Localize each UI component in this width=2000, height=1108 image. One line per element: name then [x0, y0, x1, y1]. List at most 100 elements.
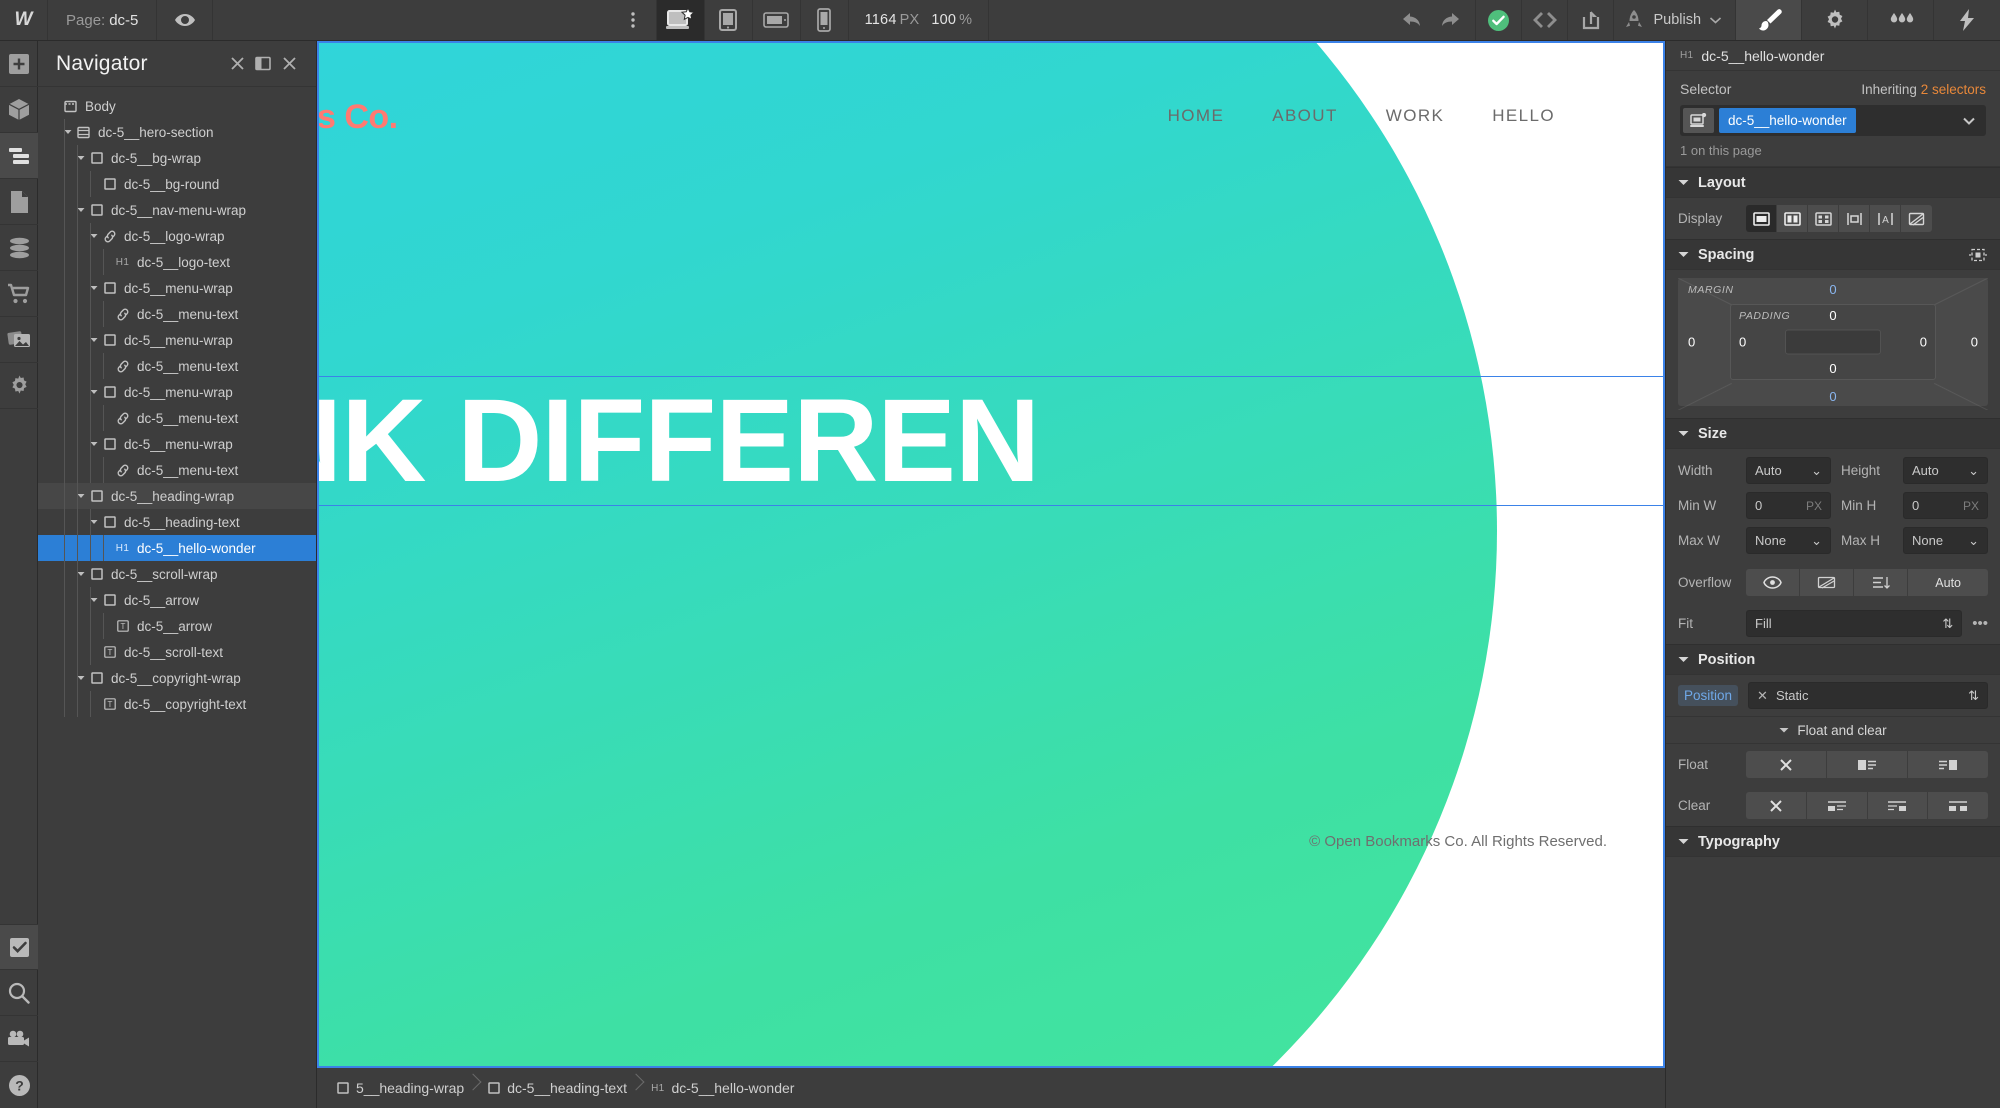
add-elements-button[interactable]	[0, 41, 38, 87]
navigator-item-dc-5--menu-text[interactable]: dc-5__menu-text	[38, 353, 316, 379]
spacing-section-header[interactable]: Spacing	[1666, 239, 2000, 270]
clear-left[interactable]	[1806, 792, 1868, 819]
navigator-item-dc-5--menu-text[interactable]: dc-5__menu-text	[38, 301, 316, 327]
cms-button[interactable]	[0, 225, 38, 271]
more-options-button[interactable]	[611, 0, 657, 40]
spacing-options-icon[interactable]	[1968, 248, 1988, 262]
overflow-hidden[interactable]	[1800, 569, 1855, 596]
display-flex[interactable]	[1777, 205, 1808, 232]
settings-panel-tab[interactable]	[1802, 0, 1869, 40]
navigator-item-dc-5--nav-menu-wrap[interactable]: dc-5__nav-menu-wrap	[38, 197, 316, 223]
float-none[interactable]	[1746, 751, 1827, 778]
min-height-input[interactable]: 0 PX	[1903, 492, 1988, 519]
breadcrumb-item-5--heading-wrap[interactable]: 5__heading-wrap	[327, 1068, 478, 1108]
layout-section-header[interactable]: Layout	[1666, 167, 2000, 198]
max-width-input[interactable]: None ⌄	[1746, 527, 1831, 554]
canvas-size-display[interactable]: 1164 PX 100%	[849, 0, 990, 40]
page-selector[interactable]: Page: dc-5	[48, 0, 158, 40]
fit-input[interactable]: Fill ⇅	[1746, 610, 1963, 637]
tree-caret-icon[interactable]	[74, 675, 87, 681]
padding-top-value[interactable]: 0	[1829, 308, 1836, 323]
dc-5-bg-round[interactable]	[317, 41, 1497, 1068]
navigator-item-dc-5--bg-wrap[interactable]: dc-5__bg-wrap	[38, 145, 316, 171]
clear-both[interactable]	[1928, 792, 1988, 819]
dc-5-menu-text-about[interactable]: ABOUT	[1272, 106, 1338, 126]
navigator-item-dc-5--logo-text[interactable]: H1 dc-5__logo-text	[38, 249, 316, 275]
tree-caret-icon[interactable]	[74, 571, 87, 577]
navigator-item-dc-5--arrow[interactable]: dc-5__arrow	[38, 587, 316, 613]
position-section-header[interactable]: Position	[1666, 644, 2000, 675]
selector-value[interactable]: dc-5__hello-wonder	[1719, 108, 1856, 133]
padding-left-value[interactable]: 0	[1739, 335, 1746, 350]
tree-caret-icon[interactable]	[87, 597, 100, 603]
mobile-landscape-breakpoint[interactable]	[753, 0, 801, 40]
navigator-dismiss-icon[interactable]	[276, 51, 302, 77]
max-height-input[interactable]: None ⌄	[1903, 527, 1988, 554]
overflow-auto[interactable]: Auto	[1908, 569, 1988, 596]
video-tutorials-button[interactable]	[0, 1016, 38, 1062]
margin-right-value[interactable]: 0	[1971, 335, 1978, 350]
tree-caret-icon[interactable]	[87, 285, 100, 291]
mobile-portrait-breakpoint[interactable]	[801, 0, 849, 40]
navigator-item-dc-5--menu-wrap[interactable]: dc-5__menu-wrap	[38, 327, 316, 353]
width-input[interactable]: Auto ⌄	[1746, 457, 1831, 484]
navigator-item-dc-5--scroll-text[interactable]: Tdc-5__scroll-text	[38, 639, 316, 665]
tree-caret-icon[interactable]	[87, 337, 100, 343]
min-width-input[interactable]: 0 PX	[1746, 492, 1831, 519]
style-panel-tab[interactable]	[1736, 0, 1803, 40]
tree-caret-icon[interactable]	[87, 519, 100, 525]
redo-arrow-icon[interactable]	[1438, 11, 1460, 29]
float-clear-header[interactable]: Float and clear	[1666, 716, 2000, 744]
navigator-item-dc-5--bg-round[interactable]: dc-5__bg-round	[38, 171, 316, 197]
overflow-visible[interactable]	[1746, 569, 1801, 596]
search-button[interactable]	[0, 970, 38, 1016]
ellipsis-icon[interactable]: •••	[1972, 615, 1988, 632]
webflow-logo[interactable]: W	[0, 0, 48, 40]
export-button[interactable]	[1568, 0, 1615, 40]
tree-caret-icon[interactable]	[87, 233, 100, 239]
navigator-item-Body[interactable]: Body	[38, 93, 316, 119]
navigator-item-dc-5--menu-wrap[interactable]: dc-5__menu-wrap	[38, 379, 316, 405]
navigator-item-dc-5--heading-text[interactable]: dc-5__heading-text	[38, 509, 316, 535]
undo-redo-group[interactable]	[1386, 0, 1477, 40]
navigator-item-dc-5--menu-text[interactable]: dc-5__menu-text	[38, 457, 316, 483]
tree-caret-icon[interactable]	[87, 441, 100, 447]
navigator-item-dc-5--menu-wrap[interactable]: dc-5__menu-wrap	[38, 275, 316, 301]
margin-top-value[interactable]: 0	[1829, 282, 1836, 297]
dc-5-hello-wonder[interactable]: NK DIFFEREN	[317, 382, 1040, 500]
margin-left-value[interactable]: 0	[1688, 335, 1695, 350]
navigator-item-dc-5--menu-text[interactable]: dc-5__menu-text	[38, 405, 316, 431]
assets-button[interactable]	[0, 317, 38, 363]
display-grid[interactable]	[1808, 205, 1839, 232]
navigator-button[interactable]	[0, 133, 38, 179]
padding-right-value[interactable]: 0	[1920, 335, 1927, 350]
clear-right[interactable]	[1867, 792, 1929, 819]
typography-section-header[interactable]: Typography	[1666, 826, 2000, 857]
padding-bottom-value[interactable]: 0	[1829, 361, 1836, 376]
spacing-center-box[interactable]	[1785, 329, 1881, 355]
tree-caret-icon[interactable]	[74, 493, 87, 499]
close-x-icon[interactable]: ✕	[1757, 688, 1768, 704]
position-label[interactable]: Position	[1678, 685, 1739, 706]
navigator-item-dc-5--copyright-text[interactable]: Tdc-5__copyright-text	[38, 691, 316, 717]
breadcrumb-item-dc-5--hello-wonder[interactable]: H1 dc-5__hello-wonder	[641, 1068, 808, 1108]
ecommerce-button[interactable]	[0, 271, 38, 317]
dc-5-menu-text-hello[interactable]: HELLO	[1492, 106, 1555, 126]
chevron-down-icon[interactable]	[1963, 117, 1975, 125]
selector-input[interactable]: dc-5__hello-wonder	[1680, 105, 1986, 136]
code-view-button[interactable]	[1522, 0, 1569, 40]
overflow-scroll[interactable]	[1854, 569, 1909, 596]
effects-panel-tab[interactable]	[1934, 0, 2000, 40]
float-left[interactable]	[1827, 751, 1908, 778]
display-block[interactable]	[1746, 205, 1777, 232]
preview-toggle-button[interactable]	[157, 0, 214, 40]
publish-button[interactable]: Publish	[1614, 0, 1737, 40]
clear-none[interactable]	[1746, 792, 1807, 819]
margin-bottom-value[interactable]: 0	[1829, 389, 1836, 404]
inheriting-count[interactable]: 2 selectors	[1921, 82, 1986, 97]
height-input[interactable]: Auto ⌄	[1903, 457, 1988, 484]
navigator-item-dc-5--scroll-wrap[interactable]: dc-5__scroll-wrap	[38, 561, 316, 587]
settings-button[interactable]	[0, 363, 38, 409]
tablet-breakpoint[interactable]	[705, 0, 753, 40]
display-inline[interactable]: A	[1870, 205, 1901, 232]
